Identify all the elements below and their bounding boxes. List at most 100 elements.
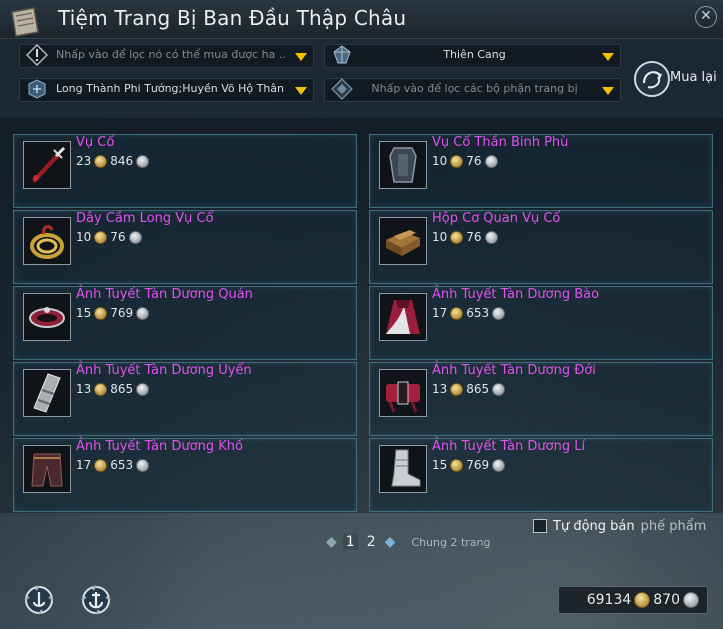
- silver-coin-icon: [136, 382, 150, 396]
- chevron-down-icon[interactable]: [602, 53, 614, 61]
- parts-filter-placeholder: Nhấp vào để lọc các bộ phận trang bị: [371, 82, 578, 95]
- silver-coin-icon: [128, 230, 142, 244]
- currency-display: 69134 870: [558, 586, 708, 614]
- price-gold: 13: [432, 382, 448, 396]
- page-2-button[interactable]: 2: [364, 534, 379, 550]
- gold-coin-icon: [94, 154, 108, 168]
- price-gold: 13: [76, 382, 92, 396]
- category-select-value: Thiên Cang: [443, 48, 506, 61]
- silver-coin-icon: [484, 154, 498, 168]
- item-price: 13 865: [76, 382, 150, 396]
- belt-icon: [379, 369, 427, 417]
- purchasable-filter[interactable]: Nhấp vào để lọc nó có thể mua được ha ..: [19, 44, 314, 68]
- auto-sell-option[interactable]: Tự động bán phế phẩm: [533, 518, 706, 534]
- item-name: Hộp Cơ Quan Vụ Cổ: [432, 211, 561, 226]
- price-silver: 769: [466, 458, 490, 472]
- sword-icon: [23, 141, 71, 189]
- item-price: 15 769: [76, 306, 150, 320]
- title-bar[interactable]: Tiệm Trang Bị Ban Đầu Thập Châu ✕: [0, 0, 723, 39]
- price-silver: 865: [110, 382, 134, 396]
- chevron-down-icon[interactable]: [602, 87, 614, 95]
- item-price: 13 865: [432, 382, 506, 396]
- price-silver: 846: [110, 154, 134, 168]
- item-card[interactable]: Ảnh Tuyết Tàn Dương Quán 15 769: [13, 286, 357, 360]
- price-gold: 17: [432, 306, 448, 320]
- parts-filter[interactable]: Nhấp vào để lọc các bộ phận trang bị: [324, 78, 621, 102]
- item-card[interactable]: Hộp Cơ Quan Vụ Cổ 10 76: [369, 210, 713, 284]
- item-name: Ảnh Tuyết Tàn Dương Khố: [76, 439, 243, 454]
- item-name: Ảnh Tuyết Tàn Dương Uyển: [76, 363, 252, 378]
- settings-anchor-button[interactable]: [22, 583, 56, 617]
- buyback-button[interactable]: Mua lại: [634, 61, 720, 97]
- item-card[interactable]: Vụ Cổ 23 846: [13, 134, 357, 208]
- pants-icon: [23, 445, 71, 493]
- price-gold: 10: [432, 154, 448, 168]
- gold-coin-icon: [94, 458, 108, 472]
- gold-coin-icon: [450, 154, 464, 168]
- price-gold: 23: [76, 154, 92, 168]
- page-1-button[interactable]: 1: [342, 534, 358, 550]
- anchor-button[interactable]: [79, 583, 113, 617]
- silver-coin-icon: [683, 592, 699, 608]
- item-price: 10 76: [432, 154, 498, 168]
- crystal-icon: [333, 45, 351, 64]
- prev-page-icon[interactable]: ◆: [326, 534, 337, 550]
- gold-coin-icon: [450, 230, 464, 244]
- silver-coin-icon: [492, 382, 506, 396]
- shop-bag-icon: [11, 7, 39, 37]
- chevron-down-icon[interactable]: [295, 53, 307, 61]
- silver-amount: 870: [653, 592, 680, 608]
- window-title: Tiệm Trang Bị Ban Đầu Thập Châu: [58, 6, 407, 30]
- category-select[interactable]: Thiên Cang: [324, 44, 621, 68]
- chevron-down-icon[interactable]: [295, 87, 307, 95]
- auto-sell-label: Tự động bán: [553, 518, 635, 534]
- item-price: 17 653: [76, 458, 150, 472]
- price-silver: 76: [466, 154, 482, 168]
- price-silver: 76: [110, 230, 126, 244]
- item-card[interactable]: Ảnh Tuyết Tàn Dương Lí 15 769: [369, 438, 713, 512]
- class-select-value: Long Thành Phi Tướng;Huyền Võ Hộ Thân: [56, 82, 285, 95]
- robe-icon: [379, 293, 427, 341]
- gold-coin-icon: [94, 382, 108, 396]
- item-card[interactable]: Dây Cầm Long Vụ Cổ 10 76: [13, 210, 357, 284]
- item-price: 23 846: [76, 154, 150, 168]
- headband-icon: [23, 293, 71, 341]
- close-button[interactable]: ✕: [695, 6, 717, 28]
- silver-coin-icon: [136, 154, 150, 168]
- price-gold: 15: [76, 306, 92, 320]
- auto-sell-checkbox[interactable]: [533, 519, 547, 533]
- item-grid: Vụ Cổ 23 846 Vụ Cổ Thần Binh Phù 10 76 D…: [0, 118, 723, 513]
- next-page-icon[interactable]: ◆: [385, 534, 396, 550]
- price-gold: 15: [432, 458, 448, 472]
- talisman-icon: [379, 141, 427, 189]
- item-card[interactable]: Vụ Cổ Thần Binh Phù 10 76: [369, 134, 713, 208]
- item-card[interactable]: Ảnh Tuyết Tàn Dương Bào 17 653: [369, 286, 713, 360]
- item-card[interactable]: Ảnh Tuyết Tàn Dương Đới 13 865: [369, 362, 713, 436]
- item-name: Vụ Cổ Thần Binh Phù: [432, 135, 569, 150]
- class-emblem-icon: [28, 79, 46, 99]
- boots-icon: [379, 445, 427, 493]
- gold-coin-icon: [94, 230, 108, 244]
- gold-coin-icon: [450, 458, 464, 472]
- shop-window: Tiệm Trang Bị Ban Đầu Thập Châu ✕ Nhấp v…: [0, 0, 723, 629]
- price-silver: 865: [466, 382, 490, 396]
- buyback-icon: [634, 61, 670, 97]
- auto-sell-suffix: phế phẩm: [640, 518, 707, 534]
- item-price: 15 769: [432, 458, 506, 472]
- silver-coin-icon: [492, 306, 506, 320]
- item-price: 10 76: [76, 230, 142, 244]
- gold-coin-icon: [450, 306, 464, 320]
- buyback-label: Mua lại: [670, 70, 717, 85]
- class-select[interactable]: Long Thành Phi Tướng;Huyền Võ Hộ Thân: [19, 78, 314, 102]
- item-name: Ảnh Tuyết Tàn Dương Quán: [76, 287, 253, 302]
- gold-coin-icon: [634, 592, 651, 608]
- silver-coin-icon: [136, 306, 150, 320]
- parts-diamond-icon: [331, 78, 353, 100]
- item-card[interactable]: Ảnh Tuyết Tàn Dương Uyển 13 865: [13, 362, 357, 436]
- gold-coin-icon: [450, 382, 464, 396]
- price-silver: 76: [466, 230, 482, 244]
- item-card[interactable]: Ảnh Tuyết Tàn Dương Khố 17 653: [13, 438, 357, 512]
- price-silver: 769: [110, 306, 134, 320]
- purchasable-filter-placeholder: Nhấp vào để lọc nó có thể mua được ha ..: [56, 48, 286, 61]
- price-gold: 10: [432, 230, 448, 244]
